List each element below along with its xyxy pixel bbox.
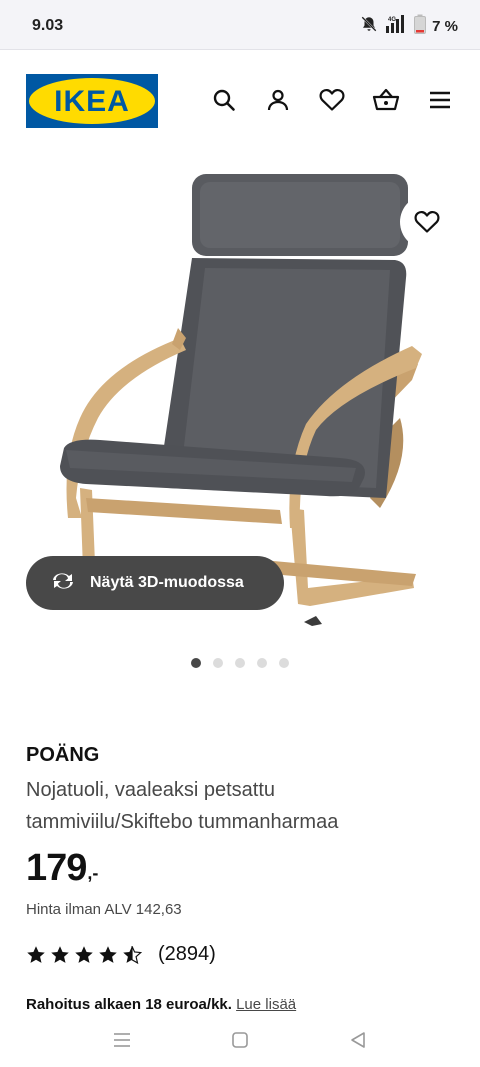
view-3d-button[interactable]: Näytä 3D-muodossa	[26, 556, 284, 610]
menu-icon[interactable]	[426, 86, 454, 114]
financing-read-more-link[interactable]: Lue lisää	[236, 996, 296, 1013]
rotate-3d-icon	[50, 571, 76, 596]
product-rating[interactable]: (2894)	[26, 943, 216, 966]
price-suffix: ,-	[87, 863, 99, 883]
svg-text:4G: 4G	[388, 17, 396, 23]
account-icon[interactable]	[264, 86, 292, 114]
status-icons: 4G 7 %	[360, 14, 458, 39]
add-to-favourites-button[interactable]	[400, 195, 454, 249]
cart-icon[interactable]	[372, 86, 400, 114]
product-description: Nojatuoli, vaaleaksi petsattu tammiviilu…	[26, 779, 339, 833]
carousel-dot[interactable]	[279, 658, 289, 668]
svg-text:IKEA: IKEA	[54, 85, 130, 118]
battery-percent: 7 %	[432, 18, 458, 35]
price-without-vat: Hinta ilman ALV 142,63	[26, 901, 182, 918]
star-icon	[51, 945, 69, 963]
system-navigation-bar	[0, 1012, 480, 1067]
mute-icon	[360, 15, 378, 38]
carousel-dot[interactable]	[213, 658, 223, 668]
carousel-dot[interactable]	[191, 658, 201, 668]
carousel-dot[interactable]	[257, 658, 267, 668]
financing-text: Rahoitus alkaen 18 euroa/kk.	[26, 996, 232, 1013]
product-price: 179 ,-	[26, 847, 98, 890]
signal-icon: 4G	[384, 14, 408, 39]
price-value: 179	[26, 847, 87, 889]
star-icon	[75, 945, 93, 963]
header-actions	[210, 86, 454, 114]
home-icon[interactable]	[229, 1029, 251, 1051]
recent-apps-icon[interactable]	[111, 1029, 133, 1051]
product-gallery[interactable]: Näytä 3D-muodossa	[0, 150, 480, 650]
heart-icon[interactable]	[318, 86, 346, 114]
reviews-count[interactable]: (2894)	[158, 943, 216, 966]
status-bar: 9.03 4G 7 %	[0, 0, 480, 50]
star-icon	[99, 945, 117, 963]
product-name: POÄNG	[26, 744, 100, 766]
half-star-icon	[123, 945, 142, 964]
ikea-logo[interactable]: IKEA	[26, 74, 158, 128]
view-3d-label: Näytä 3D-muodossa	[90, 574, 244, 591]
site-header: IKEA	[0, 50, 480, 150]
carousel-indicator	[0, 658, 480, 668]
search-icon[interactable]	[210, 86, 238, 114]
status-time: 9.03	[32, 17, 64, 34]
back-icon[interactable]	[347, 1029, 369, 1051]
carousel-dot[interactable]	[235, 658, 245, 668]
rating-stars	[26, 945, 142, 965]
star-icon	[27, 945, 45, 963]
financing-info: Rahoitus alkaen 18 euroa/kk. Lue lisää	[26, 996, 296, 1013]
battery-icon	[414, 14, 427, 39]
